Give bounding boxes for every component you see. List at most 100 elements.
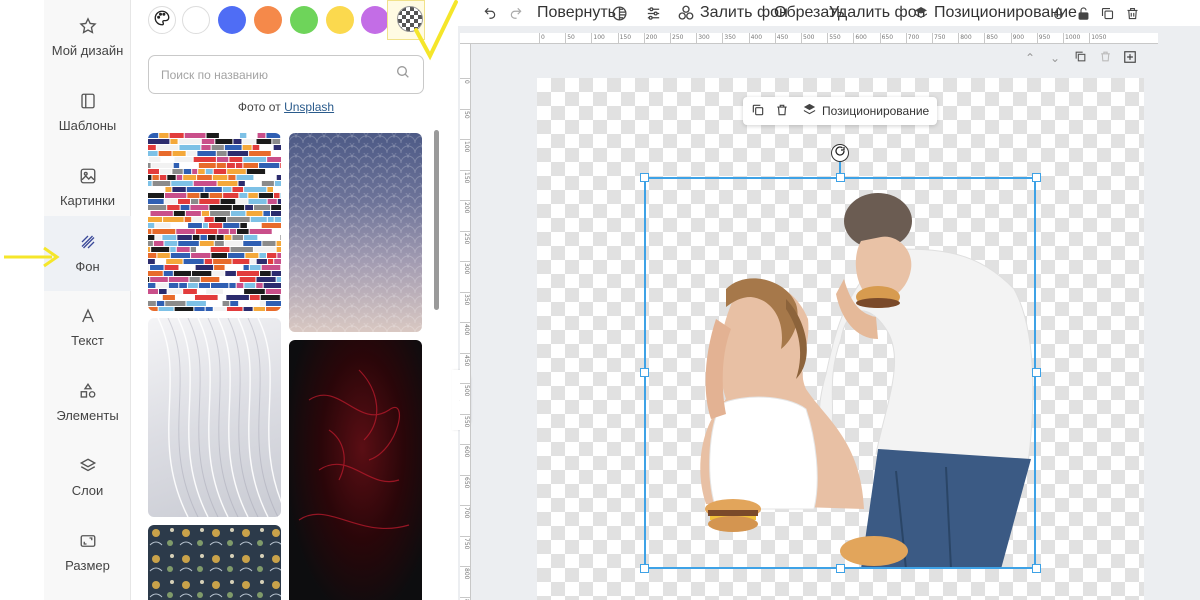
page-delete-button[interactable] — [1097, 50, 1113, 66]
resize-handle-bottom-left[interactable] — [640, 564, 649, 573]
background-thumbnail-scales[interactable] — [289, 133, 422, 332]
brick-shape — [249, 151, 271, 156]
brick-shape — [166, 259, 183, 264]
sidebar-item-resize[interactable]: Размер — [44, 515, 131, 590]
page-duplicate-button[interactable] — [1072, 50, 1088, 66]
ruler-label: 650 — [463, 476, 470, 488]
sidebar-item-my-design[interactable]: Мой дизайн — [44, 0, 131, 75]
brick-shape — [178, 241, 199, 246]
panel-scrollbar[interactable] — [434, 130, 439, 310]
palette-button[interactable] — [148, 6, 176, 34]
background-thumbnail-white-waves[interactable] — [148, 318, 281, 517]
fractal-pattern-image — [298, 369, 410, 530]
brick-shape — [212, 271, 225, 276]
brick-shape — [248, 193, 258, 198]
floating-delete-button[interactable] — [775, 103, 789, 119]
resize-handle-bottom-right[interactable] — [1032, 564, 1041, 573]
brick-shape — [232, 235, 244, 240]
page-add-button[interactable] — [1122, 50, 1138, 66]
ruler-label: 150 — [619, 34, 632, 41]
brick-shape — [211, 283, 229, 288]
page-down-button[interactable]: ⌄ — [1047, 50, 1063, 66]
swatch-transparent[interactable] — [397, 6, 423, 32]
adjust-button[interactable] — [645, 3, 662, 23]
ruler-tick — [460, 535, 470, 537]
page-up-button[interactable]: ⌃ — [1022, 50, 1038, 66]
background-thumbnail-red-fractal[interactable] — [289, 340, 422, 600]
ruler-label: 1050 — [1091, 34, 1107, 41]
ruler-label: 550 — [829, 34, 841, 41]
brick-shape — [243, 241, 262, 246]
resize-handle-left[interactable] — [640, 368, 649, 377]
brick-shape — [148, 247, 151, 252]
ruler-label: 750 — [934, 34, 946, 41]
search-icon[interactable] — [395, 64, 411, 85]
brick-shape — [148, 157, 161, 162]
brick-shape — [228, 175, 236, 180]
swatch-purple[interactable] — [361, 6, 389, 34]
search-input[interactable] — [161, 67, 395, 82]
delete-button[interactable] — [1125, 3, 1140, 23]
brick-shape — [158, 151, 172, 156]
brick-shape — [271, 151, 281, 156]
brick-shape — [158, 307, 174, 311]
app-root: Мой дизайн Шаблоны Картинки Фон Текст Эл… — [0, 0, 1200, 600]
brick-shape — [197, 151, 216, 156]
brick-shape — [224, 241, 243, 246]
brick-shape — [236, 271, 260, 276]
brick-shape — [247, 223, 261, 228]
sidebar-item-layers[interactable]: Слои — [44, 440, 131, 515]
sliders-icon — [645, 5, 662, 22]
resize-handle-top[interactable] — [836, 173, 845, 182]
palette-icon — [153, 9, 171, 32]
sidebar-item-elements[interactable]: Элементы — [44, 365, 131, 440]
fill-background-button[interactable]: Залить фон — [677, 3, 788, 23]
background-icon — [79, 233, 97, 251]
brick-shape — [187, 283, 198, 288]
brick-shape — [148, 277, 150, 282]
brick-shape — [263, 283, 281, 288]
unsplash-link[interactable]: Unsplash — [284, 100, 334, 114]
rotate-handle[interactable] — [831, 144, 849, 162]
swatch-white[interactable] — [182, 6, 210, 34]
duplicate-button[interactable] — [1100, 3, 1115, 23]
swatch-green[interactable] — [290, 6, 318, 34]
brick-shape — [174, 307, 194, 311]
sidebar-item-background[interactable]: Фон — [44, 216, 131, 291]
resize-handle-right[interactable] — [1032, 368, 1041, 377]
brick-shape — [183, 259, 204, 264]
floating-duplicate-button[interactable] — [751, 103, 765, 119]
sidebar-item-images[interactable]: Картинки — [44, 150, 131, 225]
resize-handle-bottom[interactable] — [836, 564, 845, 573]
brick-shape — [254, 205, 271, 210]
brick-shape — [227, 169, 246, 174]
resize-handle-top-right[interactable] — [1032, 173, 1041, 182]
brick-shape — [148, 289, 158, 294]
brick-shape — [184, 133, 206, 138]
undo-button[interactable] — [483, 3, 497, 23]
background-thumbnail-colorful-bricks[interactable] — [148, 133, 281, 311]
remove-background-button[interactable]: Удалить фон — [829, 3, 925, 23]
swatch-blue[interactable] — [218, 6, 246, 34]
brick-shape — [223, 193, 239, 198]
lock-button[interactable] — [1076, 3, 1091, 23]
ruler-tick — [905, 33, 907, 43]
rotate-button[interactable]: Повернуть — [537, 3, 616, 23]
floating-positioning-button[interactable]: Позиционирование — [802, 103, 929, 119]
redo-button[interactable] — [509, 3, 523, 23]
brick-shape — [240, 223, 247, 228]
brick-shape — [260, 271, 271, 276]
ruler-corner — [460, 33, 537, 44]
sidebar-item-text[interactable]: Текст — [44, 290, 131, 365]
brick-shape — [239, 301, 259, 306]
swatch-orange[interactable] — [254, 6, 282, 34]
sidebar-item-templates[interactable]: Шаблоны — [44, 75, 131, 150]
swatch-yellow[interactable] — [326, 6, 354, 34]
ruler-label: 250 — [672, 34, 684, 41]
background-thumbnail-floral[interactable] — [148, 525, 281, 600]
brick-shape — [244, 283, 256, 288]
opacity-button[interactable] — [1051, 3, 1066, 23]
contrast-button[interactable] — [611, 3, 628, 23]
resize-handle-top-left[interactable] — [640, 173, 649, 182]
templates-icon — [79, 92, 97, 110]
